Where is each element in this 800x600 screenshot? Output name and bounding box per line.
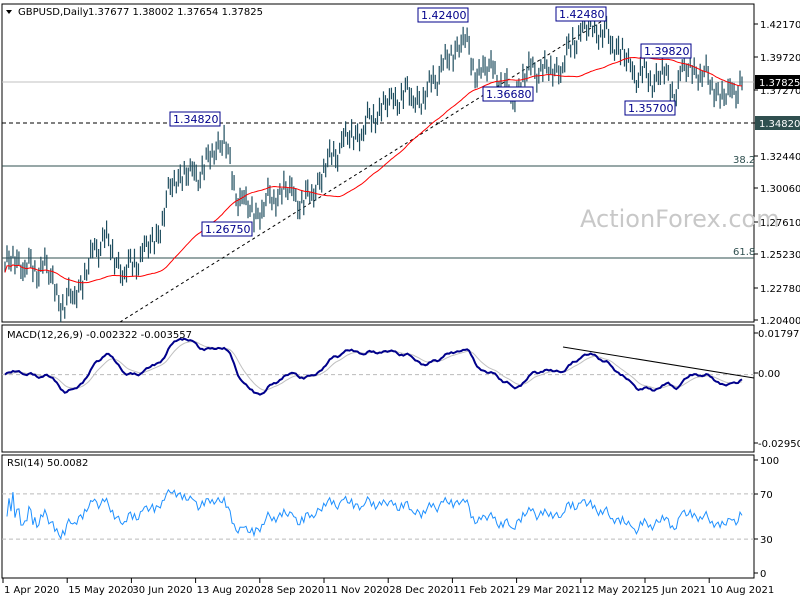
date-tick-label: 10 Aug 2021 [710,585,774,596]
trend-line [119,17,608,323]
moving-average-line [4,56,743,284]
ohlc-label: 1.37677 1.38002 1.37654 1.37825 [88,7,263,18]
support-price-label: 1.34820 [759,119,800,130]
price-annotation: 1.26750 [205,223,251,236]
price-tick-label: 1.32440 [760,152,800,163]
fib-label: 61.8 [733,247,755,258]
dropdown-triangle-icon[interactable] [6,10,12,14]
macd-title: MACD(12,26,9) -0.002322 -0.003557 [7,330,192,341]
date-tick-label: 15 May 2020 [68,585,133,596]
date-tick-label: 1 Apr 2020 [4,585,59,596]
date-tick-label: 11 Nov 2020 [325,585,389,596]
date-tick-label: 28 Dec 2020 [389,585,453,596]
price-annotation: 1.34820 [173,113,219,126]
price-tick-label: 1.27610 [760,218,800,229]
date-tick-label: 30 Jun 2020 [132,585,192,596]
rsi-tick-label: 70 [760,490,773,501]
date-tick-label: 12 May 2021 [582,585,647,596]
price-tick-label: 1.22780 [760,284,800,295]
rsi-tick-label: 0 [760,569,766,580]
price-annotation: 1.36680 [486,88,532,101]
macd-trend-line [562,346,755,379]
date-tick-label: 29 Mar 2021 [518,585,581,596]
price-tick-label: 1.42170 [760,20,800,31]
macd-tick-label: -0.029505 [758,439,800,450]
macd-line [4,337,743,396]
fib-label: 38.2 [733,155,755,166]
price-annotation: 1.42400 [421,9,467,22]
rsi-panel-frame [1,454,755,579]
price-tick-label: 1.25230 [760,250,800,261]
watermark: ActionForex.com [580,205,780,233]
rsi-line [6,488,743,540]
price-tick-label: 1.39720 [760,53,800,64]
macd-tick-label: 0.017975 [758,329,800,340]
rsi-tick-label: 100 [760,456,779,467]
current-price-label: 1.37825 [759,78,800,89]
date-tick-label: 13 Aug 2020 [197,585,261,596]
date-tick-label: 25 Jun 2021 [646,585,706,596]
price-annotation: 1.42480 [559,8,605,21]
macd-tick-label: 0.00 [758,369,780,380]
price-annotation: 1.39820 [644,45,690,58]
symbol-label: GBPUSD,Daily [18,7,89,18]
date-tick-label: 28 Sep 2020 [261,585,324,596]
price-tick-label: 1.20400 [760,316,800,327]
date-tick-label: 11 Feb 2021 [453,585,515,596]
rsi-title: RSI(14) 50.0082 [7,458,88,469]
price-tick-label: 1.30060 [760,184,800,195]
chart-canvas: ActionForex.com 38.2 61.8 1.42400 1.42480 1.… [1,3,800,596]
rsi-tick-label: 30 [760,535,773,546]
price-annotation: 1.35700 [628,102,674,115]
